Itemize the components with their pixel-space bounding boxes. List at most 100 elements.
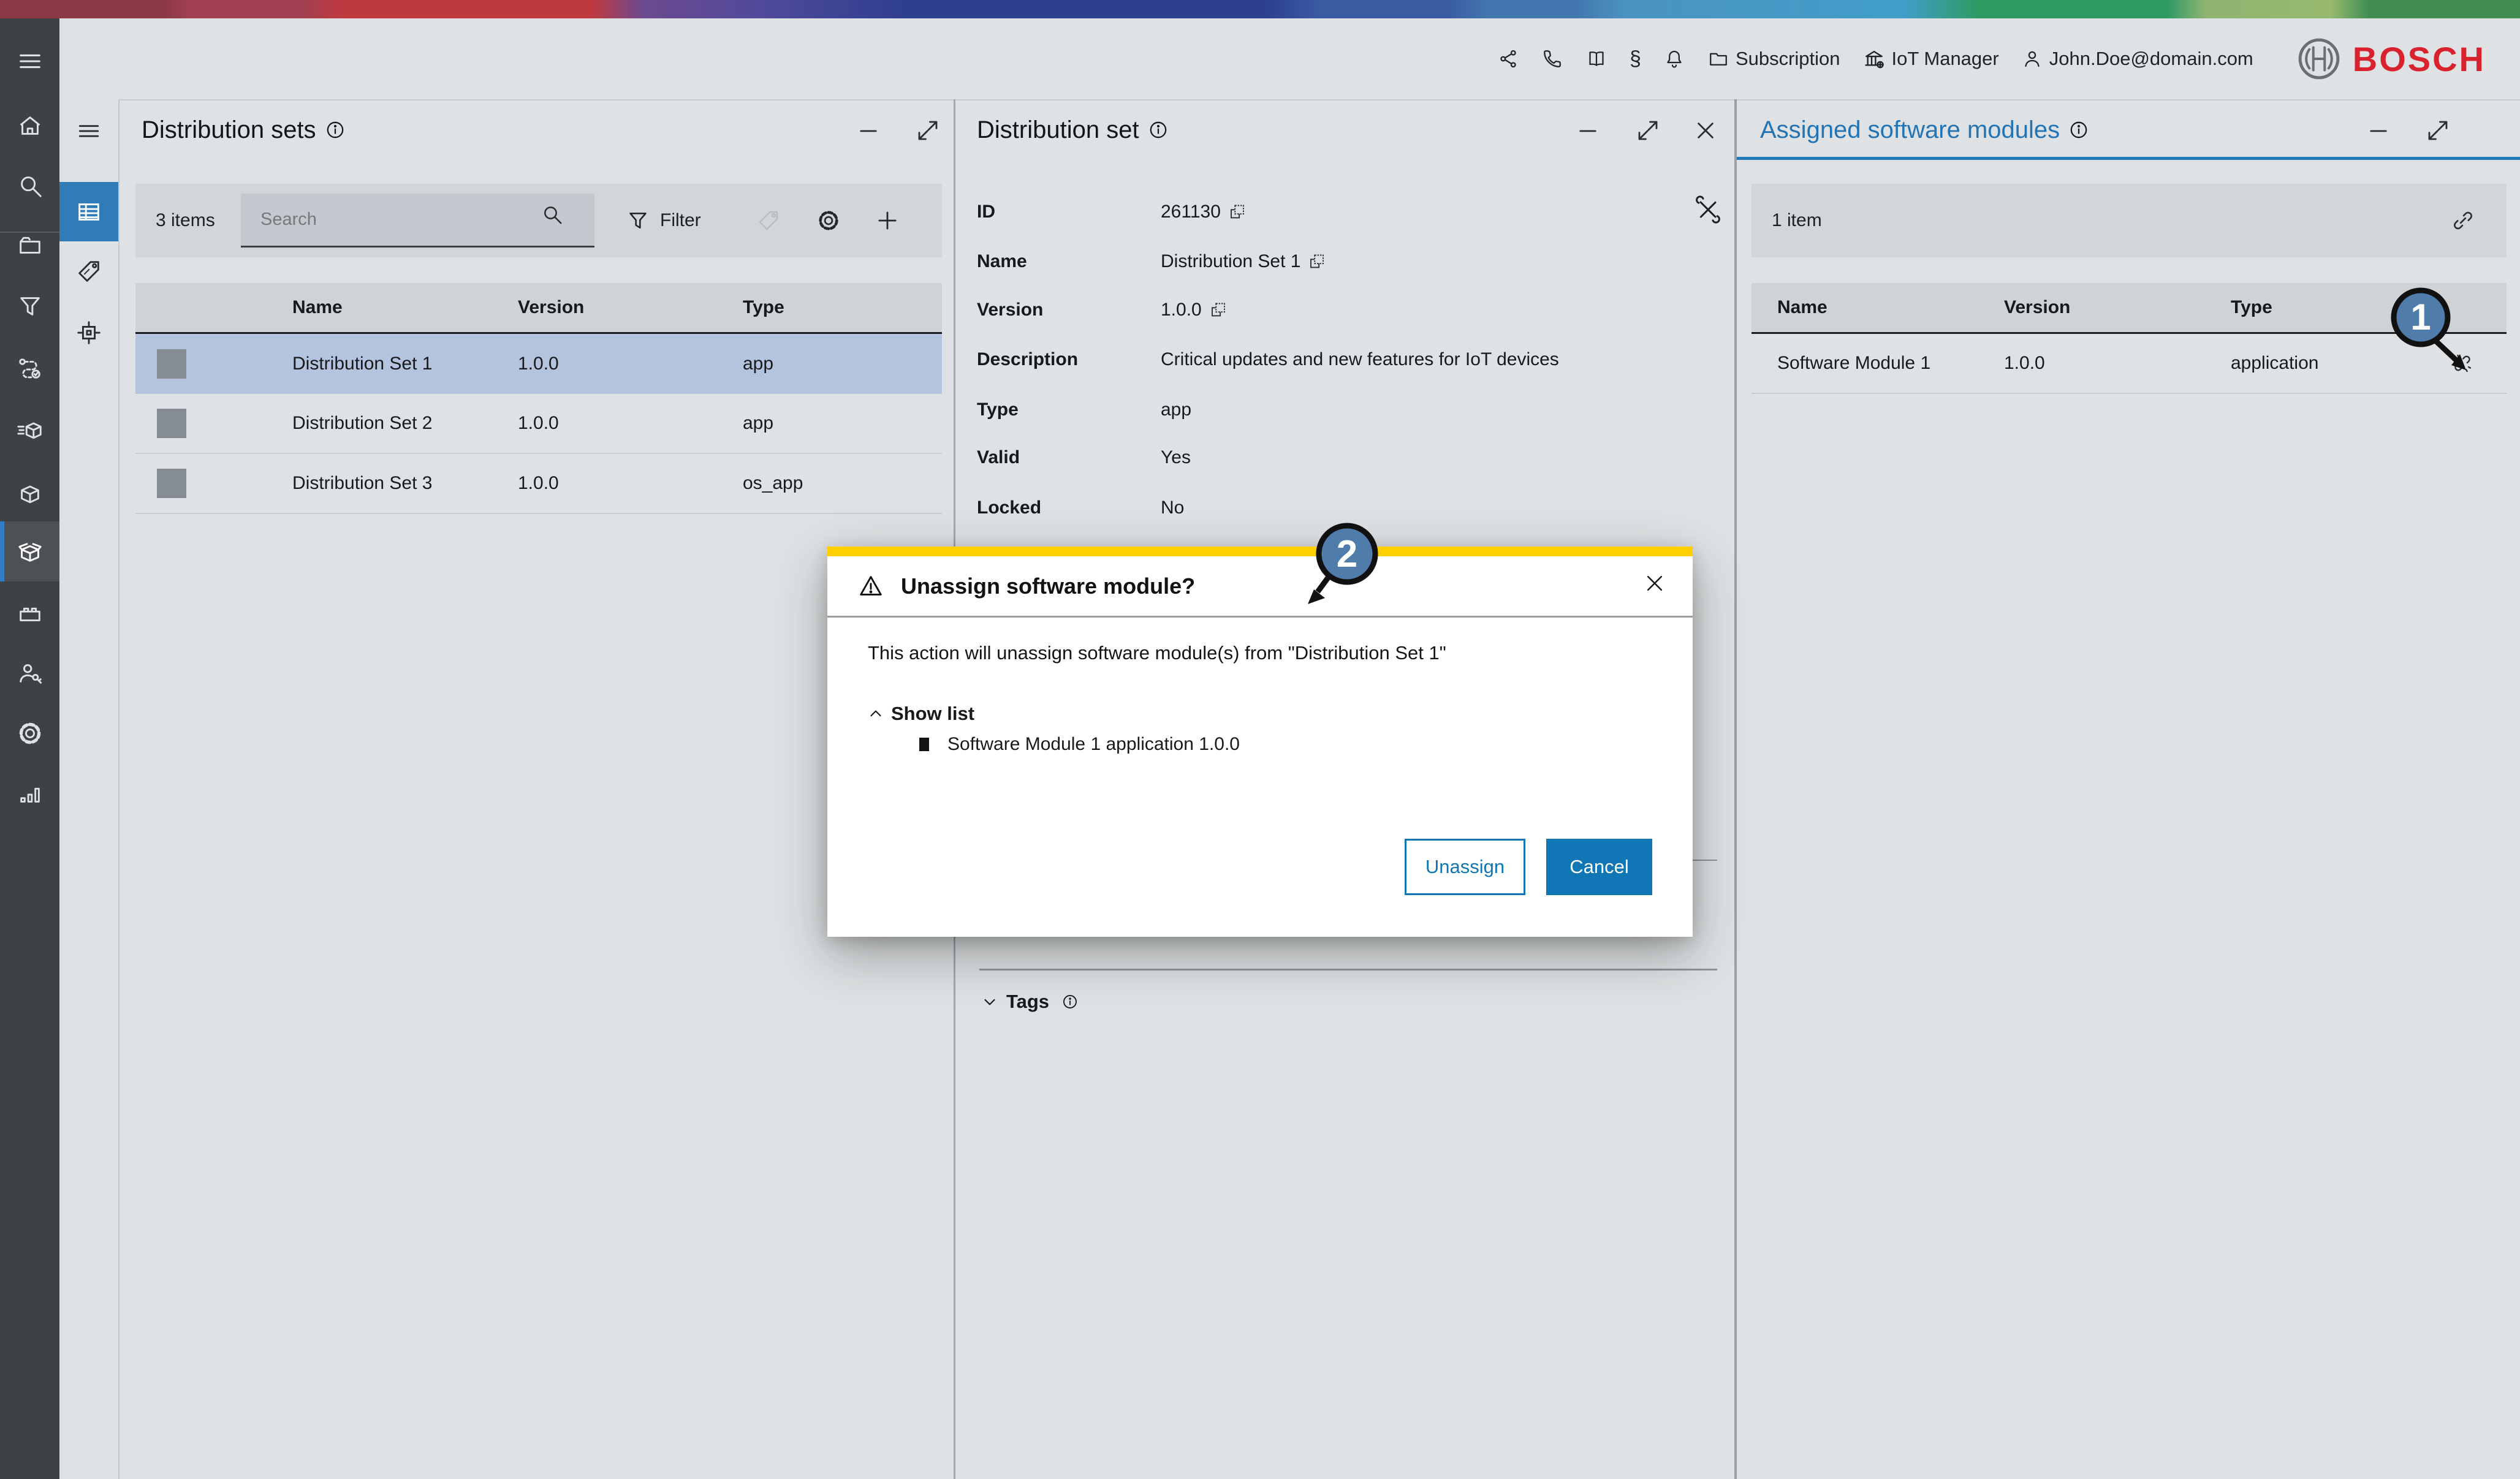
- user-menu[interactable]: John.Doe@domain.com: [2021, 48, 2253, 70]
- add-plus-icon[interactable]: [875, 208, 900, 233]
- field-version: Version 1.0.0: [956, 294, 1734, 326]
- table-row[interactable]: Distribution Set 2 1.0.0 app: [135, 394, 942, 454]
- unlink-unassign-icon[interactable]: [2451, 352, 2474, 375]
- field-value: 1.0.0: [1161, 300, 1202, 320]
- row-type: app: [743, 354, 774, 374]
- field-value: 261130: [1161, 202, 1221, 222]
- documentation-book-icon[interactable]: [1585, 48, 1607, 70]
- column-type[interactable]: Type: [2231, 297, 2272, 318]
- column-type[interactable]: Type: [743, 297, 784, 318]
- table-row-selected[interactable]: Distribution Set 1 1.0.0 app: [135, 334, 942, 394]
- notifications-bell-icon[interactable]: [1663, 48, 1685, 70]
- info-icon[interactable]: [1061, 993, 1079, 1010]
- users-key-icon: [16, 659, 44, 687]
- dialog-header: Unassign software module?: [827, 556, 1693, 616]
- bar-chart-icon: [16, 779, 44, 808]
- bosch-logo: BOSCH: [2296, 36, 2486, 81]
- column-name[interactable]: Name: [292, 297, 343, 318]
- field-value: Yes: [1161, 447, 1191, 467]
- minimize-icon[interactable]: [856, 118, 881, 143]
- table-row[interactable]: Software Module 1 1.0.0 application: [1751, 334, 2507, 394]
- sidebar-item-automation[interactable]: [0, 340, 59, 396]
- unassign-button[interactable]: Unassign: [1405, 839, 1525, 895]
- subscription-label: Subscription: [1735, 48, 1840, 69]
- expand-icon[interactable]: [2425, 118, 2451, 143]
- subscription-folder-icon: [1707, 48, 1729, 70]
- copy-icon[interactable]: [1308, 252, 1326, 271]
- table-settings-gear-icon[interactable]: [816, 208, 841, 233]
- sidebar-item-components[interactable]: [0, 585, 59, 641]
- field-label: Name: [977, 251, 1027, 271]
- copy-icon[interactable]: [1209, 301, 1228, 319]
- gear-icon: [16, 719, 44, 747]
- funnel-icon: [16, 292, 44, 320]
- panel3-table-header: Name Version Type: [1751, 283, 2507, 334]
- info-icon[interactable]: [1148, 119, 1169, 140]
- tenant-menu[interactable]: IoT Manager: [1862, 47, 1999, 70]
- legal-paragraph-icon[interactable]: §: [1630, 47, 1641, 71]
- panel1-items-count: 3 items: [156, 210, 215, 230]
- link-assign-icon[interactable]: [2450, 208, 2476, 233]
- chevron-up-icon: [867, 705, 885, 723]
- row-thumbnail: [157, 469, 186, 498]
- close-icon[interactable]: [1693, 118, 1718, 143]
- field-label: ID: [977, 202, 995, 222]
- tags-section-toggle[interactable]: Tags: [981, 988, 1079, 1016]
- show-list-label: Show list: [891, 703, 975, 724]
- info-icon[interactable]: [325, 119, 346, 140]
- sidebar-item-devices[interactable]: [0, 217, 59, 273]
- module-list-item: Software Module 1 application 1.0.0: [919, 732, 1240, 757]
- sidebar2-item-table-view-active[interactable]: [59, 182, 118, 241]
- sidebar-item-settings[interactable]: [0, 705, 59, 762]
- show-list-toggle[interactable]: Show list: [867, 701, 974, 727]
- field-id: ID 261130: [956, 196, 1734, 228]
- column-version[interactable]: Version: [2004, 297, 2070, 318]
- panel1-title: Distribution sets: [142, 116, 316, 143]
- field-description: Description Critical updates and new fea…: [956, 344, 1734, 376]
- table-icon: [75, 198, 103, 226]
- field-label: Version: [977, 300, 1044, 320]
- row-version: 1.0.0: [2004, 353, 2045, 373]
- phone-icon[interactable]: [1541, 48, 1563, 70]
- sidebar-item-distributions[interactable]: [0, 465, 59, 521]
- panel2-title: Distribution set: [977, 116, 1139, 143]
- subscription-menu[interactable]: Subscription: [1707, 48, 1840, 70]
- sidebar-item-filters[interactable]: [0, 278, 59, 335]
- dialog-title: Unassign software module?: [901, 573, 1196, 599]
- row-type: app: [743, 413, 774, 433]
- magnifier-icon[interactable]: [540, 202, 564, 227]
- field-value: Distribution Set 1: [1161, 251, 1301, 271]
- row-thumbnail: [157, 409, 186, 438]
- field-value: Critical updates and new features for Io…: [1161, 349, 1559, 369]
- warning-triangle-icon: [857, 572, 885, 600]
- minimize-icon[interactable]: [1575, 118, 1601, 143]
- main-menu-hamburger[interactable]: [0, 33, 59, 89]
- sidebar-item-home[interactable]: [0, 97, 59, 154]
- copy-icon[interactable]: [1228, 203, 1247, 221]
- panel-menu-hamburger[interactable]: [59, 115, 118, 146]
- share-icon[interactable]: [1497, 48, 1519, 70]
- column-name[interactable]: Name: [1777, 297, 1827, 318]
- sidebar2-item-chip[interactable]: [59, 317, 118, 348]
- row-name: Distribution Set 3: [292, 473, 433, 493]
- filter-button[interactable]: Filter: [626, 208, 701, 233]
- sidebar-item-statistics[interactable]: [0, 765, 59, 822]
- tag-icon: [75, 257, 103, 286]
- sidebar2-item-tags[interactable]: [59, 256, 118, 287]
- sidebar-item-software-active[interactable]: [0, 521, 59, 581]
- expand-icon[interactable]: [915, 118, 941, 143]
- column-version[interactable]: Version: [518, 297, 584, 318]
- assigned-software-modules-panel: Assigned software modules 1 item Name Ve…: [1737, 99, 2520, 1479]
- close-icon[interactable]: [1642, 571, 1667, 596]
- expand-icon[interactable]: [1635, 118, 1661, 143]
- info-icon[interactable]: [2068, 119, 2089, 140]
- dialog-warning-accent-bar: [827, 547, 1693, 556]
- panel3-title: Assigned software modules: [1760, 116, 2060, 143]
- sidebar-item-search[interactable]: [0, 157, 59, 214]
- sidebar-item-rollouts[interactable]: [0, 403, 59, 459]
- minimize-icon[interactable]: [2366, 118, 2391, 143]
- table-row[interactable]: Distribution Set 3 1.0.0 os_app: [135, 454, 942, 514]
- cancel-button[interactable]: Cancel: [1546, 839, 1652, 895]
- sidebar-item-access-control[interactable]: [0, 645, 59, 702]
- bosch-iot-manager-screen: § Subscription IoT Manager John.Doe@doma…: [0, 0, 2520, 1479]
